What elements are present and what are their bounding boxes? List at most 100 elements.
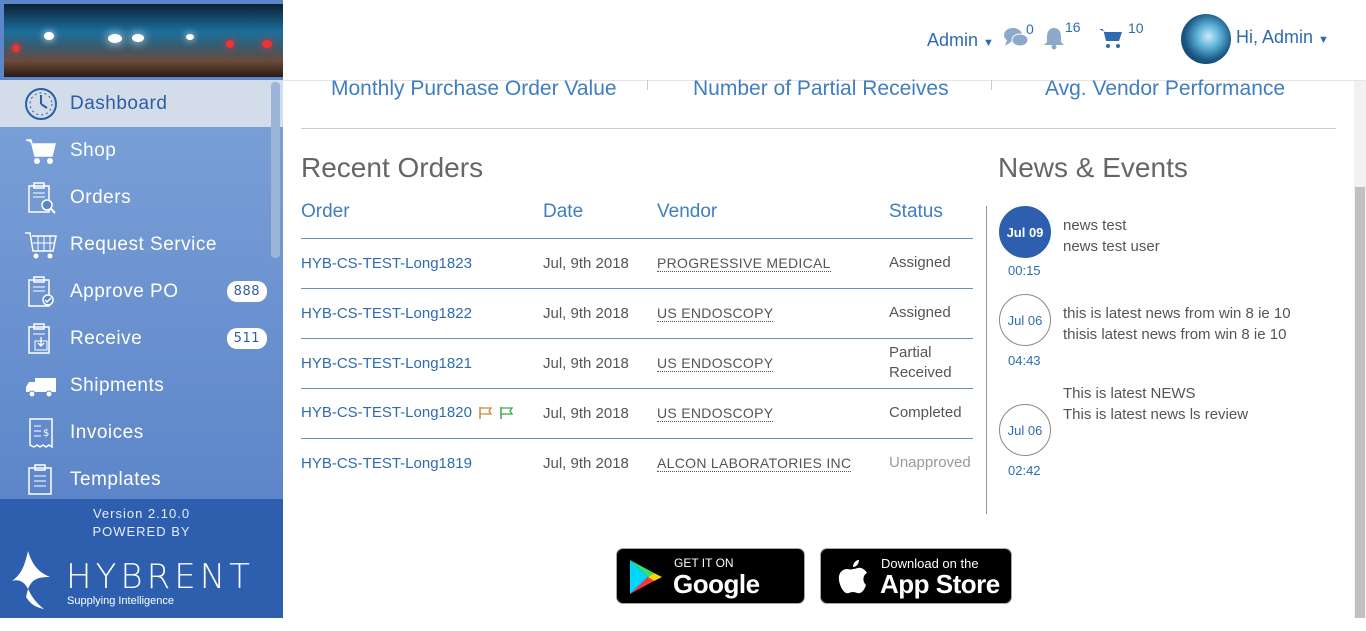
app-store-big-text: App Store (880, 569, 1000, 599)
kpi-vendor-performance[interactable]: Avg. Vendor Performance (1045, 77, 1285, 101)
sidebar-item-label: Dashboard (70, 92, 168, 114)
news-events-title: News & Events (998, 152, 1188, 183)
sidebar-item-orders[interactable]: Orders (0, 174, 283, 221)
sidebar: Dashboard Shop Orders Request Service Ap… (0, 0, 283, 618)
sidebar-item-invoices[interactable]: $ Invoices (0, 409, 283, 456)
sidebar-item-label: Templates (70, 468, 162, 490)
caret-down-icon: ▼ (1318, 34, 1329, 46)
column-header-order: Order (301, 201, 350, 222)
clipboard-check-icon (24, 275, 58, 309)
order-date: Jul, 9th 2018 (543, 405, 629, 422)
sidebar-item-approve-po[interactable]: Approve PO 888 (0, 268, 283, 315)
order-link[interactable]: HYB-CS-TEST-Long1822 (301, 305, 472, 322)
news-item[interactable]: This is latest NEWS This is latest news … (1063, 383, 1248, 425)
brand-name: HYBRENT (66, 557, 254, 597)
clipboard-download-icon (24, 322, 58, 356)
truck-icon (24, 369, 58, 403)
google-play-button[interactable]: GET IT ON Google Play (616, 548, 805, 630)
order-link[interactable]: HYB-CS-TEST-Long1823 (301, 255, 472, 272)
news-timeline-line (986, 206, 987, 514)
admin-dropdown[interactable]: Admin ▼ (927, 30, 994, 51)
app-version: Version 2.10.0 (92, 506, 191, 521)
sidebar-item-label: Approve PO (70, 280, 179, 302)
order-date: Jul, 9th 2018 (543, 305, 629, 322)
page-scrollbar[interactable] (1354, 81, 1366, 618)
app-store-button[interactable]: Download on the App Store (820, 548, 1012, 604)
sidebar-item-receive[interactable]: Receive 511 (0, 315, 283, 362)
kpi-divider (647, 80, 648, 90)
powered-by-label: POWERED BY (92, 524, 191, 539)
vendor-link[interactable]: US ENDOSCOPY (657, 405, 774, 422)
order-status: Assigned (889, 304, 951, 321)
news-time: 04:43 (1008, 353, 1041, 368)
hybrent-logo-icon (12, 551, 50, 609)
approve-po-count-badge: 888 (226, 281, 267, 302)
news-subtext: thisis latest news from win 8 ie 10 (1063, 326, 1287, 343)
caret-down-icon: ▼ (983, 37, 994, 49)
google-play-small-text: GET IT ON (674, 556, 734, 570)
column-header-date: Date (543, 201, 584, 222)
news-headline: This is latest NEWS (1063, 385, 1196, 402)
order-date: Jul, 9th 2018 (543, 355, 629, 372)
news-headline: news test (1063, 217, 1127, 234)
google-play-big-text: Google Play (673, 569, 760, 630)
sidebar-item-label: Invoices (70, 421, 144, 443)
top-header: Admin ▼ 0 16 10 Hi, Admin ▼ (283, 0, 1366, 81)
sidebar-item-request-service[interactable]: Request Service (0, 221, 283, 268)
cart-button[interactable] (1099, 26, 1123, 55)
sidebar-item-dashboard[interactable]: Dashboard (0, 80, 283, 127)
order-status: Assigned (889, 254, 951, 271)
order-link[interactable]: HYB-CS-TEST-Long1819 (301, 455, 472, 472)
clipboard-search-icon (24, 181, 58, 215)
order-link[interactable]: HYB-CS-TEST-Long1821 (301, 355, 472, 372)
user-greeting: Hi, Admin (1236, 27, 1314, 47)
news-time: 02:42 (1008, 463, 1041, 478)
column-header-status: Status (889, 201, 943, 222)
kpi-divider (991, 80, 992, 90)
bell-icon (1044, 28, 1064, 50)
order-link-text: HYB-CS-TEST-Long1820 (301, 404, 472, 421)
kpi-monthly-po-value[interactable]: Monthly Purchase Order Value (331, 77, 617, 101)
sidebar-nav: Dashboard Shop Orders Request Service Ap… (0, 80, 283, 499)
order-status: Unapproved (889, 454, 971, 471)
sidebar-item-label: Receive (70, 327, 143, 349)
vendor-link[interactable]: ALCON LABORATORIES INC (657, 455, 852, 472)
vendor-link[interactable]: US ENDOSCOPY (657, 305, 774, 322)
order-date: Jul, 9th 2018 (543, 255, 629, 272)
order-status: Partial Received (889, 344, 952, 381)
invoice-icon: $ (24, 416, 58, 450)
cart-count: 10 (1128, 20, 1144, 36)
news-date-badge: Jul 06 (999, 404, 1051, 456)
vendor-link[interactable]: US ENDOSCOPY (657, 355, 774, 372)
order-link[interactable]: HYB-CS-TEST-Long1820 (301, 404, 514, 421)
shopping-cart-icon (24, 134, 58, 168)
sidebar-item-shipments[interactable]: Shipments (0, 362, 283, 409)
news-date-badge: Jul 09 (999, 206, 1051, 258)
news-headline: this is latest news from win 8 ie 10 (1063, 305, 1291, 322)
flag-orange-icon (479, 407, 493, 420)
kpi-partial-receives[interactable]: Number of Partial Receives (693, 77, 949, 101)
sidebar-scrollbar[interactable] (271, 82, 280, 258)
news-time: 00:15 (1008, 263, 1041, 278)
brand-tagline: Supplying Intelligence (67, 595, 175, 607)
sidebar-item-label: Shipments (70, 374, 165, 396)
user-menu-dropdown[interactable]: Hi, Admin ▼ (1236, 27, 1329, 48)
cart-icon (1099, 29, 1122, 48)
news-item[interactable]: this is latest news from win 8 ie 10 thi… (1063, 303, 1291, 345)
table-row: HYB-CS-TEST-Long1821 Jul, 9th 2018 US EN… (301, 339, 973, 389)
notifications-count: 16 (1065, 19, 1081, 35)
user-avatar[interactable] (1181, 14, 1231, 64)
vendor-link[interactable]: PROGRESSIVE MEDICAL (657, 255, 831, 272)
cart-grid-icon (24, 228, 58, 262)
admin-dropdown-label: Admin (927, 30, 979, 50)
google-play-icon (630, 560, 662, 594)
sidebar-item-shop[interactable]: Shop (0, 127, 283, 174)
news-item[interactable]: news test news test user (1063, 215, 1160, 257)
sidebar-footer: Version 2.10.0 POWERED BY HYBRENT Supply… (0, 499, 283, 618)
order-date: Jul, 9th 2018 (543, 455, 629, 472)
page-scrollbar-thumb[interactable] (1355, 187, 1365, 618)
notifications-button[interactable] (1043, 26, 1065, 55)
table-row: HYB-CS-TEST-Long1819 Jul, 9th 2018 ALCON… (301, 439, 973, 489)
news-subtext: news test user (1063, 238, 1160, 255)
sidebar-item-templates[interactable]: Templates (0, 456, 283, 499)
